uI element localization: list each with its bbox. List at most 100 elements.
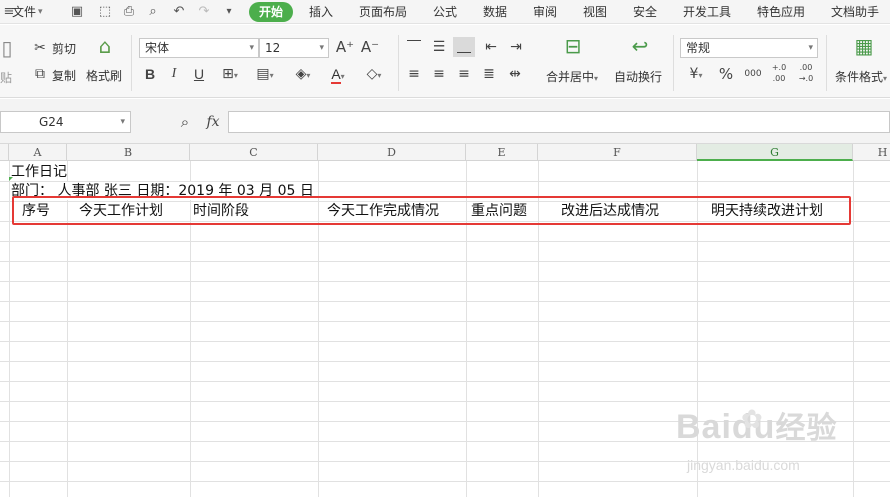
conditional-format-icon[interactable]: ▦ <box>851 36 877 56</box>
save-icon[interactable]: ▣ <box>68 3 86 21</box>
grid-line <box>0 381 890 382</box>
conditional-format-button[interactable]: 条件格式▾ <box>835 68 887 85</box>
column-header-h[interactable]: H <box>853 144 890 161</box>
thousands-separator-button[interactable]: 000 <box>741 65 765 83</box>
grid-line <box>0 241 890 242</box>
align-top-icon[interactable]: ⎺ <box>405 38 423 56</box>
zoom-search-icon[interactable]: ⌕ <box>176 113 194 131</box>
paste-icon[interactable]: ▯ <box>0 38 14 61</box>
select-all-corner[interactable] <box>0 144 9 161</box>
column-header-b[interactable]: B <box>67 144 190 161</box>
distributed-align-icon[interactable]: ⇹ <box>505 65 525 83</box>
merge-center-button[interactable]: 合并居中▾ <box>546 68 598 85</box>
italic-button[interactable]: I <box>165 65 183 83</box>
tab-view[interactable]: 视图 <box>583 3 607 21</box>
paw-icon: ✿ <box>741 405 763 435</box>
bold-button[interactable]: B <box>141 65 159 83</box>
column-header-d[interactable]: D <box>318 144 466 161</box>
number-format-value: 常规 <box>686 41 711 55</box>
chevron-down-icon: ▾ <box>808 43 813 53</box>
ribbon-separator <box>398 35 399 91</box>
tab-review[interactable]: 审阅 <box>533 3 557 21</box>
justify-icon[interactable]: ≣ <box>480 65 498 83</box>
name-box[interactable]: G24 ▾ <box>0 111 131 133</box>
align-bottom-icon[interactable]: ⎽ <box>453 37 475 57</box>
font-name-value: 宋体 <box>145 41 170 55</box>
fill-style-icon[interactable]: ▤▾ <box>252 65 278 85</box>
align-right-icon[interactable]: ≡ <box>455 65 473 83</box>
grid-line <box>0 341 890 342</box>
align-left-icon[interactable]: ≡ <box>405 65 423 83</box>
increase-decimal-button[interactable]: +.0 .00 <box>768 62 790 84</box>
format-painter-icon[interactable]: ⌂ <box>94 36 116 56</box>
title-cell[interactable]: 工作日记 <box>11 163 67 181</box>
currency-icon[interactable]: ¥▾ <box>682 65 710 85</box>
ribbon-separator <box>826 35 827 91</box>
tab-insert[interactable]: 插入 <box>309 3 333 21</box>
format-painter-button[interactable]: 格式刷 <box>86 67 122 84</box>
grid-line <box>0 281 890 282</box>
wrap-text-button[interactable]: 自动换行 <box>614 68 662 85</box>
font-name-select[interactable]: 宋体 ▾ <box>139 38 259 58</box>
percent-button[interactable]: % <box>717 65 735 83</box>
font-size-select[interactable]: 12 ▾ <box>259 38 329 58</box>
paste-button[interactable]: 贴 <box>0 69 12 86</box>
tab-data[interactable]: 数据 <box>483 3 507 21</box>
column-header-row: A B C D E F G H <box>0 144 890 161</box>
redo-icon[interactable]: ↷ <box>195 3 213 21</box>
ribbon: ▯ 贴 ✂ 剪切 ⧉ 复制 ⌂ 格式刷 宋体 ▾ 12 ▾ A⁺ A⁻ B I … <box>0 25 890 98</box>
indent-decrease-icon[interactable]: ⇤ <box>482 38 500 56</box>
align-middle-icon[interactable]: ☰ <box>430 38 448 56</box>
spreadsheet-grid[interactable]: A B C D E F G H 工作日记 部门： 人事部 张三 日期：2019 … <box>0 144 890 497</box>
column-header-c[interactable]: C <box>190 144 318 161</box>
grid-line <box>9 161 10 497</box>
grid-line <box>0 401 890 402</box>
fill-color-icon[interactable]: ◈▾ <box>288 65 318 85</box>
undo-icon[interactable]: ↶ <box>170 3 188 21</box>
print-preview-icon[interactable]: ⌕ <box>144 3 162 21</box>
column-header-f[interactable]: F <box>538 144 697 161</box>
tab-page-layout[interactable]: 页面布局 <box>359 3 407 21</box>
merge-center-icon[interactable]: ⊟ <box>560 36 586 56</box>
column-header-g[interactable]: G <box>697 144 853 161</box>
quick-access-more-icon[interactable]: ▾ <box>220 3 238 21</box>
indent-increase-icon[interactable]: ⇥ <box>507 38 525 56</box>
name-box-value: G24 <box>39 115 64 129</box>
highlight-box <box>12 196 851 225</box>
grid-line <box>0 321 890 322</box>
tab-features[interactable]: 特色应用 <box>757 3 805 21</box>
copy-button[interactable]: 复制 <box>52 67 76 84</box>
number-format-select[interactable]: 常规 ▾ <box>680 38 818 58</box>
fx-icon[interactable]: fx <box>203 113 223 131</box>
export-pdf-icon[interactable]: ⬚ <box>96 3 114 21</box>
borders-icon[interactable]: ⊞▾ <box>218 65 242 85</box>
watermark-url: jingyan.baidu.com <box>687 457 800 473</box>
tab-home[interactable]: 开始 <box>249 2 293 22</box>
file-menu-chevron-icon[interactable]: ▾ <box>38 3 43 21</box>
decrease-decimal-button[interactable]: .00 →.0 <box>794 62 818 84</box>
formula-input[interactable] <box>228 111 890 133</box>
grow-font-icon[interactable]: A⁺ <box>335 38 355 56</box>
print-icon[interactable]: ⎙ <box>120 3 138 21</box>
file-menu[interactable]: 文件 <box>12 3 36 21</box>
font-color-icon[interactable]: A▾ <box>325 65 351 86</box>
tab-doc-assistant[interactable]: 文档助手 <box>831 3 879 21</box>
underline-button[interactable]: U <box>190 65 208 83</box>
merge-center-label: 合并居中 <box>546 70 595 84</box>
tab-security[interactable]: 安全 <box>633 3 657 21</box>
copy-icon[interactable]: ⧉ <box>32 65 48 83</box>
wrap-text-icon[interactable]: ↩ <box>627 36 653 56</box>
grid-line <box>853 161 854 497</box>
chevron-down-icon: ▾ <box>249 43 254 53</box>
align-center-icon[interactable]: ≡ <box>430 65 448 83</box>
clear-format-icon[interactable]: ◇▾ <box>360 65 388 85</box>
tab-formulas[interactable]: 公式 <box>433 3 457 21</box>
ribbon-separator <box>673 35 674 91</box>
cut-button[interactable]: 剪切 <box>52 40 76 57</box>
cut-icon[interactable]: ✂ <box>32 39 48 57</box>
column-header-e[interactable]: E <box>466 144 538 161</box>
shrink-font-icon[interactable]: A⁻ <box>360 38 380 56</box>
grid-line <box>0 481 890 482</box>
tab-developer[interactable]: 开发工具 <box>683 3 731 21</box>
column-header-a[interactable]: A <box>9 144 67 161</box>
